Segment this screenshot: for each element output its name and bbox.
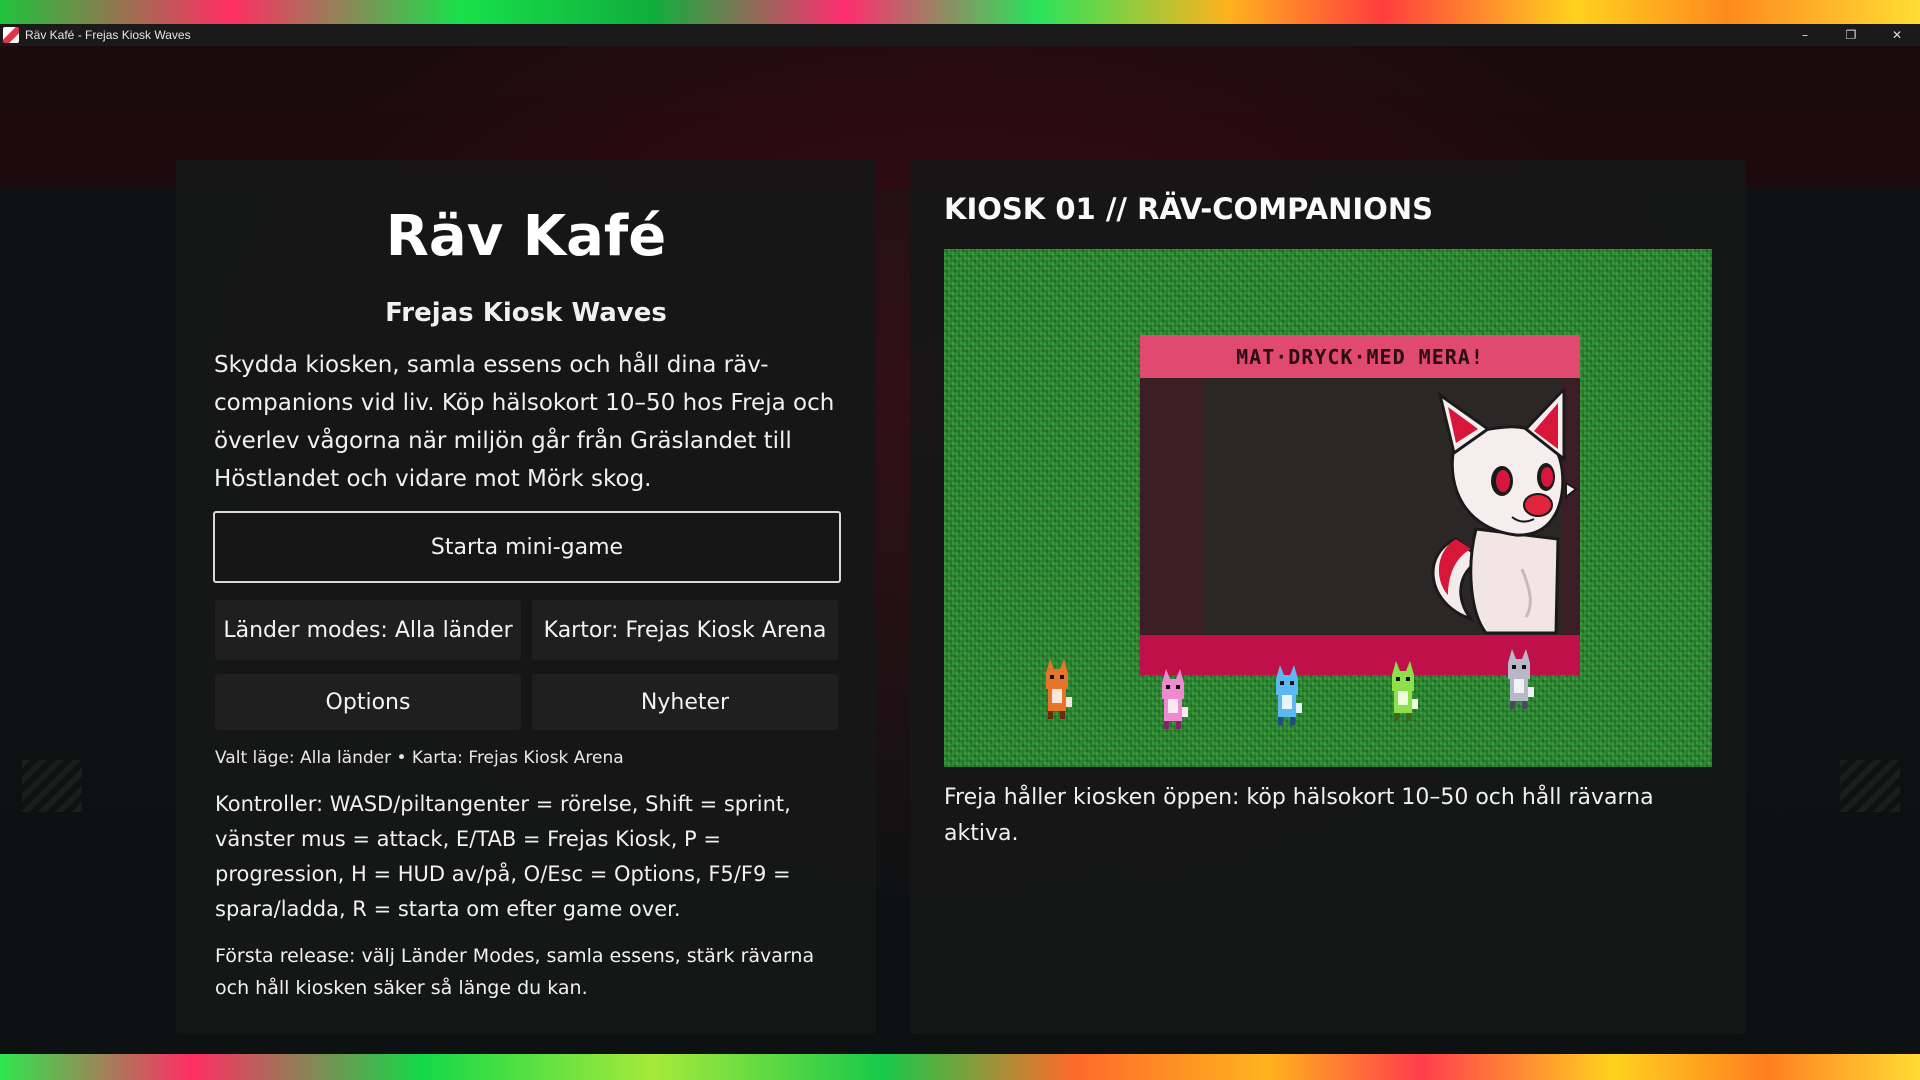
- game-subtitle: Frejas Kiosk Waves: [385, 298, 667, 328]
- companion-fox-green: [1392, 661, 1418, 721]
- companion-fox-blue: [1276, 665, 1302, 725]
- news-button[interactable]: Nyheter: [532, 674, 838, 730]
- rainbow-border-top: [0, 0, 1920, 24]
- kiosk-caption: Freja håller kiosken öppen: köp hälsokor…: [944, 785, 1654, 846]
- controls-help-text: Kontroller: WASD/piltangenter = rörelse,…: [215, 792, 791, 921]
- companion-fox-pink: [1162, 669, 1188, 729]
- release-notes-text: Första release: välj Länder Modes, samla…: [215, 945, 815, 999]
- window-controls: – ❐ ✕: [1782, 24, 1920, 46]
- kiosk-stall: MAT·DRYCK·MED MERA!: [1140, 335, 1580, 675]
- minimize-icon[interactable]: –: [1782, 24, 1828, 46]
- game-title: Räv Kafé: [385, 204, 667, 269]
- selected-mode-status: Valt läge: Alla länder • Karta: Frejas K…: [215, 748, 624, 768]
- intro-text: Skydda kiosken, samla essens och håll di…: [214, 352, 835, 492]
- options-button[interactable]: Options: [215, 674, 521, 730]
- kiosk-preview-scene: MAT·DRYCK·MED MERA!: [944, 249, 1712, 767]
- freja-fox-mascot: [1431, 389, 1578, 635]
- kiosk-heading: KIOSK 01 // RÄV-COMPANIONS: [944, 192, 1433, 226]
- hazard-stripe-left: [22, 760, 82, 812]
- companion-fox-orange: [1046, 659, 1072, 719]
- kiosk-panel: KIOSK 01 // RÄV-COMPANIONS MAT·DRYCK·MED…: [910, 160, 1746, 1034]
- stall-sign: MAT·DRYCK·MED MERA!: [1140, 335, 1580, 378]
- maximize-icon[interactable]: ❐: [1828, 24, 1874, 46]
- rainbow-border-bottom: [0, 1054, 1920, 1080]
- window-title: Räv Kafé - Frejas Kiosk Waves: [25, 28, 191, 42]
- main-menu-panel: Räv Kafé Frejas Kiosk Waves Skydda kiosk…: [176, 160, 876, 1034]
- window-titlebar: Räv Kafé - Frejas Kiosk Waves – ❐ ✕: [0, 24, 1920, 46]
- start-minigame-button[interactable]: Starta mini-game: [213, 511, 841, 583]
- companion-fox-grey: [1508, 649, 1534, 709]
- hazard-stripe-right: [1840, 760, 1900, 812]
- game-viewport: Räv Kafé Frejas Kiosk Waves Skydda kiosk…: [0, 46, 1920, 1054]
- map-select-button[interactable]: Kartor: Frejas Kiosk Arena: [532, 600, 838, 660]
- close-icon[interactable]: ✕: [1874, 24, 1920, 46]
- country-mode-button[interactable]: Länder modes: Alla länder: [215, 600, 521, 660]
- app-icon: [3, 27, 19, 43]
